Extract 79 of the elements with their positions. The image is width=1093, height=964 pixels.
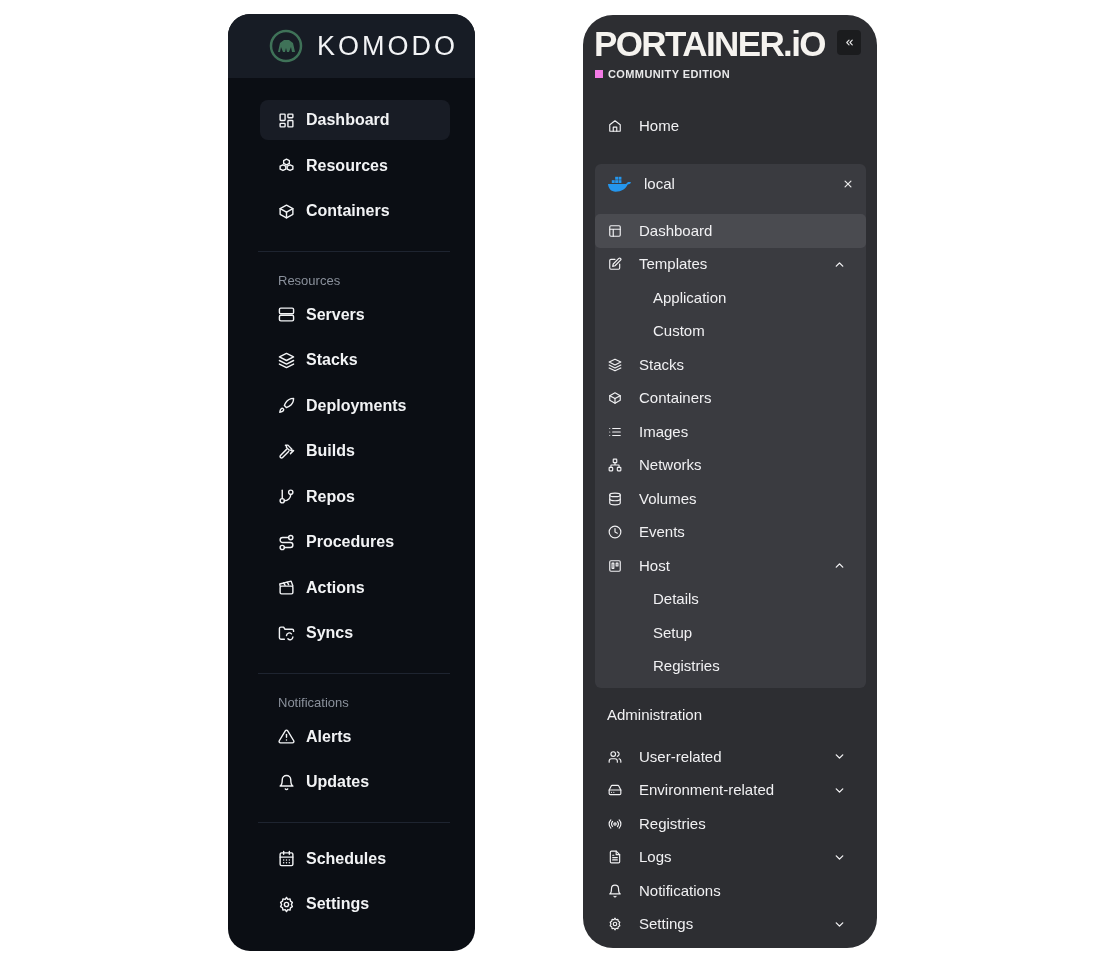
- clock-icon: [608, 525, 622, 540]
- nav-item[interactable]: Settings: [595, 907, 866, 941]
- hard-drive-icon: [608, 783, 622, 798]
- nav-item[interactable]: User-related: [595, 740, 866, 774]
- nav-item[interactable]: Logs: [595, 840, 866, 874]
- nav-item[interactable]: Containers: [260, 191, 450, 231]
- dashboard-icon: [278, 111, 295, 129]
- layers-icon: [278, 351, 295, 369]
- nav-item[interactable]: Registries: [595, 649, 866, 683]
- edition-label: COMMUNITY EDITION: [608, 67, 731, 82]
- nav-item[interactable]: Notifications: [595, 874, 866, 908]
- nav-item[interactable]: Schedules: [260, 838, 450, 879]
- nav-item[interactable]: Updates: [260, 762, 450, 802]
- radio-icon: [608, 816, 622, 831]
- layers-icon: [608, 357, 622, 372]
- box-icon: [608, 391, 622, 406]
- nav-item[interactable]: Stacks: [260, 340, 450, 380]
- boxes-icon: [278, 157, 295, 174]
- database-icon: [608, 491, 622, 506]
- edition-marker: [595, 70, 603, 79]
- section-heading: Resources: [277, 271, 342, 290]
- nav-item[interactable]: Dashboard: [595, 214, 866, 248]
- nav-item[interactable]: Events: [595, 515, 866, 549]
- nav-item[interactable]: Procedures: [260, 522, 450, 562]
- nav-item[interactable]: Resources: [260, 145, 450, 186]
- folder-sync-icon: [278, 624, 295, 642]
- environment-name: local: [644, 173, 675, 194]
- collapse-button[interactable]: [837, 30, 861, 55]
- nav-item[interactable]: Templates: [595, 247, 866, 281]
- nav-item[interactable]: Details: [595, 582, 866, 616]
- box-icon: [278, 202, 295, 220]
- file-icon: [608, 850, 622, 865]
- rocket-icon: [278, 397, 295, 414]
- double-chevron-left-icon: [843, 37, 855, 48]
- nav-item[interactable]: Setup: [595, 616, 866, 650]
- nav-item[interactable]: Syncs: [260, 613, 450, 653]
- whale-icon: [607, 175, 632, 193]
- nav-item[interactable]: Images: [595, 415, 866, 449]
- settings-icon: [608, 917, 622, 932]
- git-branch-icon: [278, 488, 295, 505]
- home-icon: [608, 119, 622, 134]
- layout-icon: [608, 223, 622, 238]
- clapperboard-icon: [278, 579, 295, 596]
- close-icon[interactable]: [843, 179, 853, 189]
- nav-item[interactable]: Stacks: [595, 348, 866, 382]
- edit-icon: [608, 257, 622, 272]
- nav-item[interactable]: Networks: [595, 448, 866, 482]
- route-icon: [278, 533, 295, 551]
- users-icon: [608, 749, 622, 764]
- nav-item[interactable]: Custom: [595, 314, 866, 348]
- bell-icon: [278, 773, 295, 791]
- nav-item[interactable]: Dashboard: [260, 100, 450, 140]
- nav-item[interactable]: Containers: [595, 381, 866, 415]
- nav-item[interactable]: Host: [595, 549, 866, 583]
- nav-item[interactable]: Deployments: [260, 385, 450, 426]
- bell-icon: [608, 883, 622, 898]
- nav-item[interactable]: Settings: [260, 884, 450, 924]
- board-icon: [608, 558, 622, 573]
- logo-icon: [269, 29, 303, 63]
- nav-item[interactable]: Actions: [260, 567, 450, 608]
- settings-icon: [278, 895, 295, 913]
- nav-item[interactable]: Application: [595, 281, 866, 315]
- calendar-icon: [278, 850, 295, 867]
- nav-item[interactable]: Alerts: [260, 716, 450, 757]
- warning-icon: [278, 728, 295, 745]
- server-icon: [278, 306, 295, 323]
- brand-name: KOMODO: [317, 29, 458, 63]
- nav-item[interactable]: Builds: [260, 431, 450, 471]
- hammer-icon: [278, 442, 295, 460]
- nav-item[interactable]: Environment-related: [595, 773, 866, 807]
- network-icon: [608, 458, 622, 473]
- brand-name: PORTAINER.iO: [594, 28, 825, 60]
- nav-item[interactable]: Repos: [260, 476, 450, 517]
- nav-item[interactable]: Volumes: [595, 482, 866, 516]
- section-heading: Administration: [606, 705, 704, 725]
- section-heading: Notifications: [277, 693, 350, 712]
- nav-item[interactable]: Registries: [595, 807, 866, 841]
- nav-item[interactable]: Home: [595, 109, 866, 143]
- nav-item[interactable]: Servers: [260, 294, 450, 335]
